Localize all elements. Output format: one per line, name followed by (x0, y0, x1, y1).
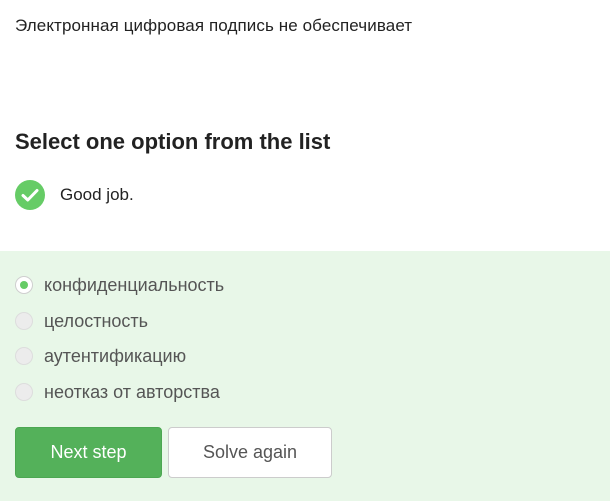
option-tselostnost[interactable]: целостность (15, 310, 148, 332)
check-circle-icon (15, 180, 45, 210)
radio-button-selected[interactable] (15, 276, 33, 294)
option-label[interactable]: аутентификацию (44, 346, 186, 367)
solve-again-button[interactable]: Solve again (168, 427, 332, 478)
option-konfidentsialnost[interactable]: конфиденциальность (15, 274, 224, 296)
option-label[interactable]: целостность (44, 311, 148, 332)
radio-button[interactable] (15, 347, 33, 365)
option-label[interactable]: конфиденциальность (44, 275, 224, 296)
option-autentifikatsiyu[interactable]: аутентификацию (15, 345, 186, 367)
prompt-heading: Select one option from the list (15, 129, 331, 154)
feedback-text: Good job. (60, 185, 134, 204)
option-neotkaz-ot-avtorstva[interactable]: неотказ от авторства (15, 381, 220, 403)
radio-button[interactable] (15, 312, 33, 330)
radio-button[interactable] (15, 383, 33, 401)
options-panel: конфиденциальность целостность аутентифи… (0, 251, 610, 501)
option-label[interactable]: неотказ от авторства (44, 382, 220, 403)
feedback-message: Good job. (15, 180, 134, 210)
next-step-button[interactable]: Next step (15, 427, 162, 478)
radio-dot (20, 281, 28, 289)
question-text: Электронная цифровая подпись не обеспечи… (15, 16, 413, 35)
quiz-page: Электронная цифровая подпись не обеспечи… (0, 0, 610, 501)
